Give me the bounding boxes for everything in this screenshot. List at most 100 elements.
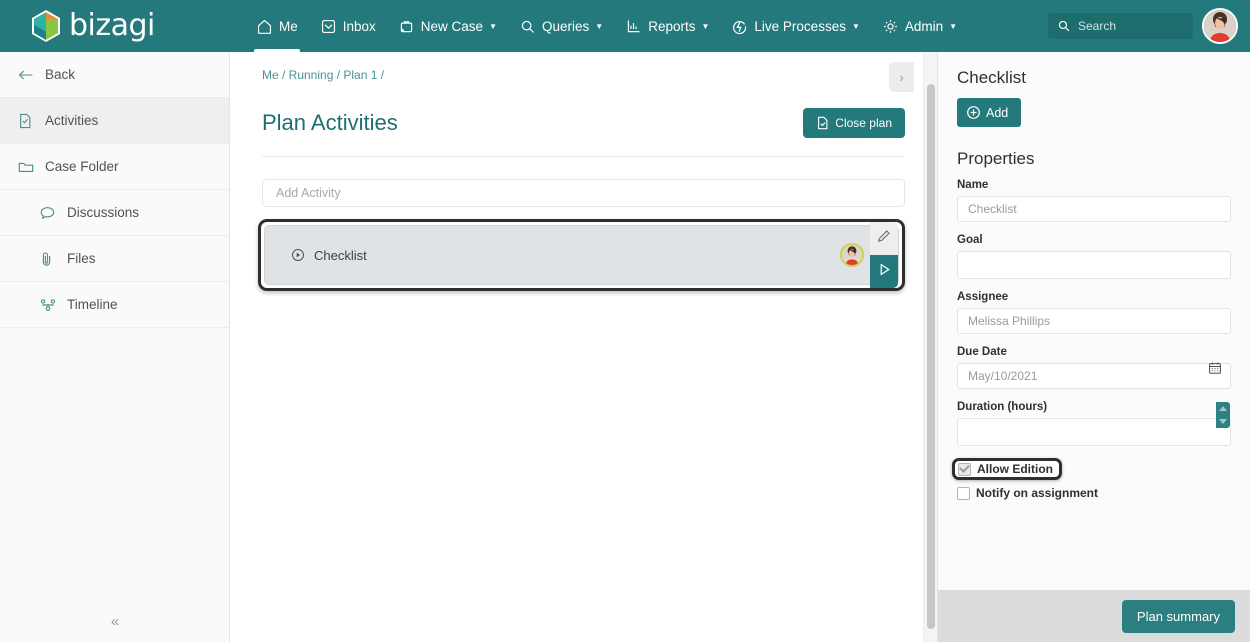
nav-items: Me Inbox New Case ▼ Queries ▼ Reports ▼ … [245, 0, 968, 52]
play-circle-icon [291, 248, 305, 262]
quantity-stepper[interactable] [1216, 402, 1230, 428]
timeline-icon [40, 298, 56, 312]
duration-input[interactable] [957, 418, 1231, 446]
chevron-down-icon: ▼ [595, 22, 604, 31]
folder-icon [18, 160, 34, 174]
chevron-down-icon: ▼ [851, 22, 860, 31]
main-scrollbar[interactable] [923, 52, 937, 642]
nav-item-inbox[interactable]: Inbox [309, 0, 387, 52]
page-title-row: Plan Activities Close plan [230, 82, 937, 138]
field-goal: Goal [957, 234, 1231, 279]
pencil-icon [877, 229, 891, 248]
panel-footer: Plan summary [938, 590, 1250, 642]
chevron-down-icon: ▼ [701, 22, 710, 31]
stepper-down-icon[interactable] [1219, 419, 1227, 424]
sidebar-item-back[interactable]: Back [0, 52, 229, 98]
field-duration: Duration (hours) [957, 401, 1231, 446]
sidebar-item-files[interactable]: Files [0, 236, 229, 282]
double-chevron-left-icon: « [110, 612, 120, 630]
field-value: Checklist [968, 202, 1017, 216]
chevron-down-icon: ▼ [949, 22, 958, 31]
close-plan-button[interactable]: Close plan [803, 108, 905, 138]
home-icon [256, 18, 273, 35]
nav-label: Queries [542, 18, 590, 34]
activity-button-column [870, 222, 898, 288]
nav-item-reports[interactable]: Reports ▼ [614, 0, 720, 52]
edit-activity-button[interactable] [870, 222, 898, 255]
run-activity-button[interactable] [870, 255, 898, 288]
add-button[interactable]: Add [957, 98, 1022, 127]
field-due-date: Due Date May/10/2021 [957, 346, 1231, 389]
notify-on-assignment-checkbox-row[interactable]: Notify on assignment [957, 486, 1231, 500]
page-title: Plan Activities [262, 110, 398, 135]
nav-item-live-processes[interactable]: Live Processes ▼ [720, 0, 870, 52]
add-button-label: Add [986, 105, 1009, 120]
notify-on-assignment-checkbox[interactable] [957, 486, 970, 500]
goal-input[interactable] [957, 251, 1231, 279]
properties-panel-body: Checklist Add Properties Name Checklist … [938, 52, 1250, 500]
nav-item-admin[interactable]: Admin ▼ [871, 0, 968, 52]
field-label: Duration (hours) [957, 401, 1048, 413]
arrow-left-icon [18, 68, 34, 82]
nav-label: New Case [420, 18, 484, 34]
properties-heading: Properties [957, 149, 1035, 168]
inbox-icon [320, 18, 337, 35]
nav-label: Admin [904, 18, 944, 34]
sidebar-collapse-button[interactable]: « [0, 600, 230, 642]
notify-on-assignment-label: Notify on assignment [976, 486, 1099, 500]
sidebar-item-label: Discussions [67, 205, 140, 220]
close-plan-label: Close plan [835, 116, 892, 130]
assignee-avatar[interactable] [840, 243, 864, 267]
title-divider [262, 156, 905, 157]
due-date-input[interactable]: May/10/2021 [957, 363, 1231, 389]
add-activity-input[interactable]: Add Activity [262, 179, 905, 207]
nav-label: Live Processes [754, 18, 846, 34]
activity-card-selected[interactable]: Checklist [258, 219, 905, 291]
paperclip-icon [40, 251, 56, 267]
nav-item-me[interactable]: Me [245, 0, 309, 52]
brand-logo[interactable]: bizagi [0, 0, 245, 52]
brand-name: bizagi [69, 8, 155, 43]
chart-icon [625, 18, 642, 35]
allow-edition-checkbox-row[interactable]: Allow Edition [952, 458, 1062, 480]
scrollbar-thumb[interactable] [927, 84, 935, 629]
sidebar-item-discussions[interactable]: Discussions [0, 190, 229, 236]
allow-edition-checkbox[interactable] [958, 462, 971, 476]
field-label: Due Date [957, 346, 1007, 358]
search-input[interactable]: Search [1048, 13, 1193, 39]
sidebar-item-timeline[interactable]: Timeline [0, 282, 229, 328]
panel-toggle-button[interactable]: › [889, 62, 914, 92]
field-assignee: Assignee Melissa Phillips [957, 291, 1231, 334]
main-content: Me / Running / Plan 1 / Plan Activities … [230, 52, 937, 642]
name-input[interactable]: Checklist [957, 196, 1231, 222]
sidebar-item-label: Case Folder [45, 159, 119, 174]
assignee-avatar-image [842, 245, 862, 265]
stepper-up-icon[interactable] [1219, 406, 1227, 411]
left-sidebar: Back Activities Case Folder Discussions [0, 52, 230, 642]
chat-bubble-icon [40, 206, 56, 220]
magnifier-icon [519, 18, 536, 35]
assignee-input[interactable]: Melissa Phillips [957, 308, 1231, 334]
activity-actions [840, 222, 898, 288]
add-activity-placeholder: Add Activity [276, 186, 341, 200]
briefcase-plus-icon [398, 18, 415, 35]
search-icon [1057, 19, 1071, 33]
field-label: Goal [957, 234, 983, 246]
bolt-circle-icon [731, 18, 748, 35]
nav-item-queries[interactable]: Queries ▼ [508, 0, 614, 52]
top-navigation-bar: bizagi Me Inbox New Case ▼ Queries ▼ Rep… [0, 0, 1250, 52]
plan-summary-button[interactable]: Plan summary [1121, 599, 1235, 633]
activity-card[interactable]: Checklist [264, 222, 899, 288]
activity-label: Checklist [314, 247, 367, 263]
nav-item-new-case[interactable]: New Case ▼ [387, 0, 508, 52]
field-label: Name [957, 179, 989, 191]
field-label: Assignee [957, 291, 1009, 303]
sidebar-item-activities[interactable]: Activities [0, 98, 229, 144]
avatar-image [1204, 10, 1236, 42]
breadcrumb[interactable]: Me / Running / Plan 1 / [230, 52, 937, 82]
user-avatar[interactable] [1202, 8, 1238, 44]
sidebar-item-label: Back [45, 67, 76, 82]
sidebar-item-case-folder[interactable]: Case Folder [0, 144, 229, 190]
sidebar-item-label: Activities [45, 113, 99, 128]
properties-panel: Checklist Add Properties Name Checklist … [937, 52, 1250, 642]
